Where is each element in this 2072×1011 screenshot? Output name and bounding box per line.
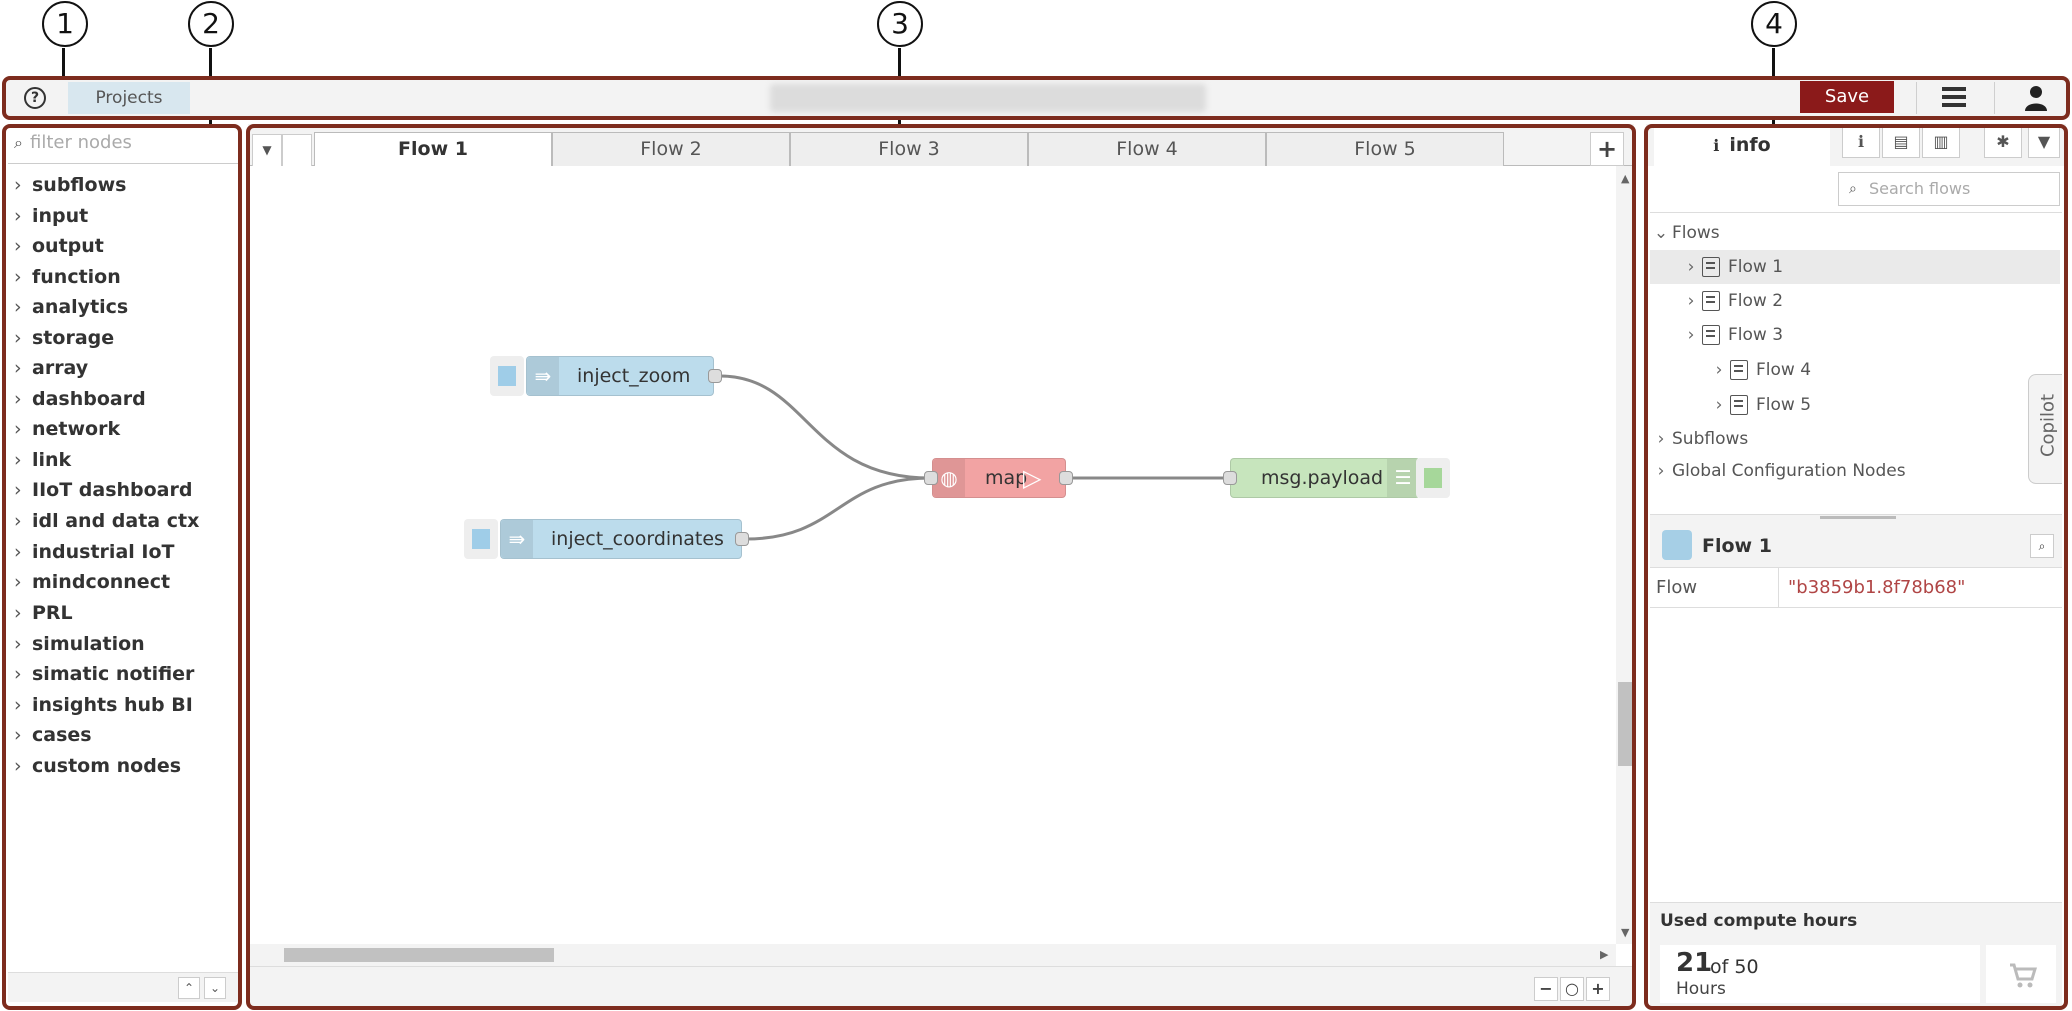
node-red-editor-screenshot: 1 2 3 4 ? Projects Save ⌕ filter nodes ›… <box>0 0 2072 1011</box>
region-1-frame <box>2 76 2070 120</box>
callout-4: 4 <box>1751 1 1797 47</box>
region-4-frame <box>1644 124 2068 1010</box>
callout-1: 1 <box>42 1 88 47</box>
callout-2: 2 <box>188 1 234 47</box>
callout-3: 3 <box>877 1 923 47</box>
region-3-frame <box>246 124 1636 1010</box>
region-2-frame <box>2 124 242 1010</box>
